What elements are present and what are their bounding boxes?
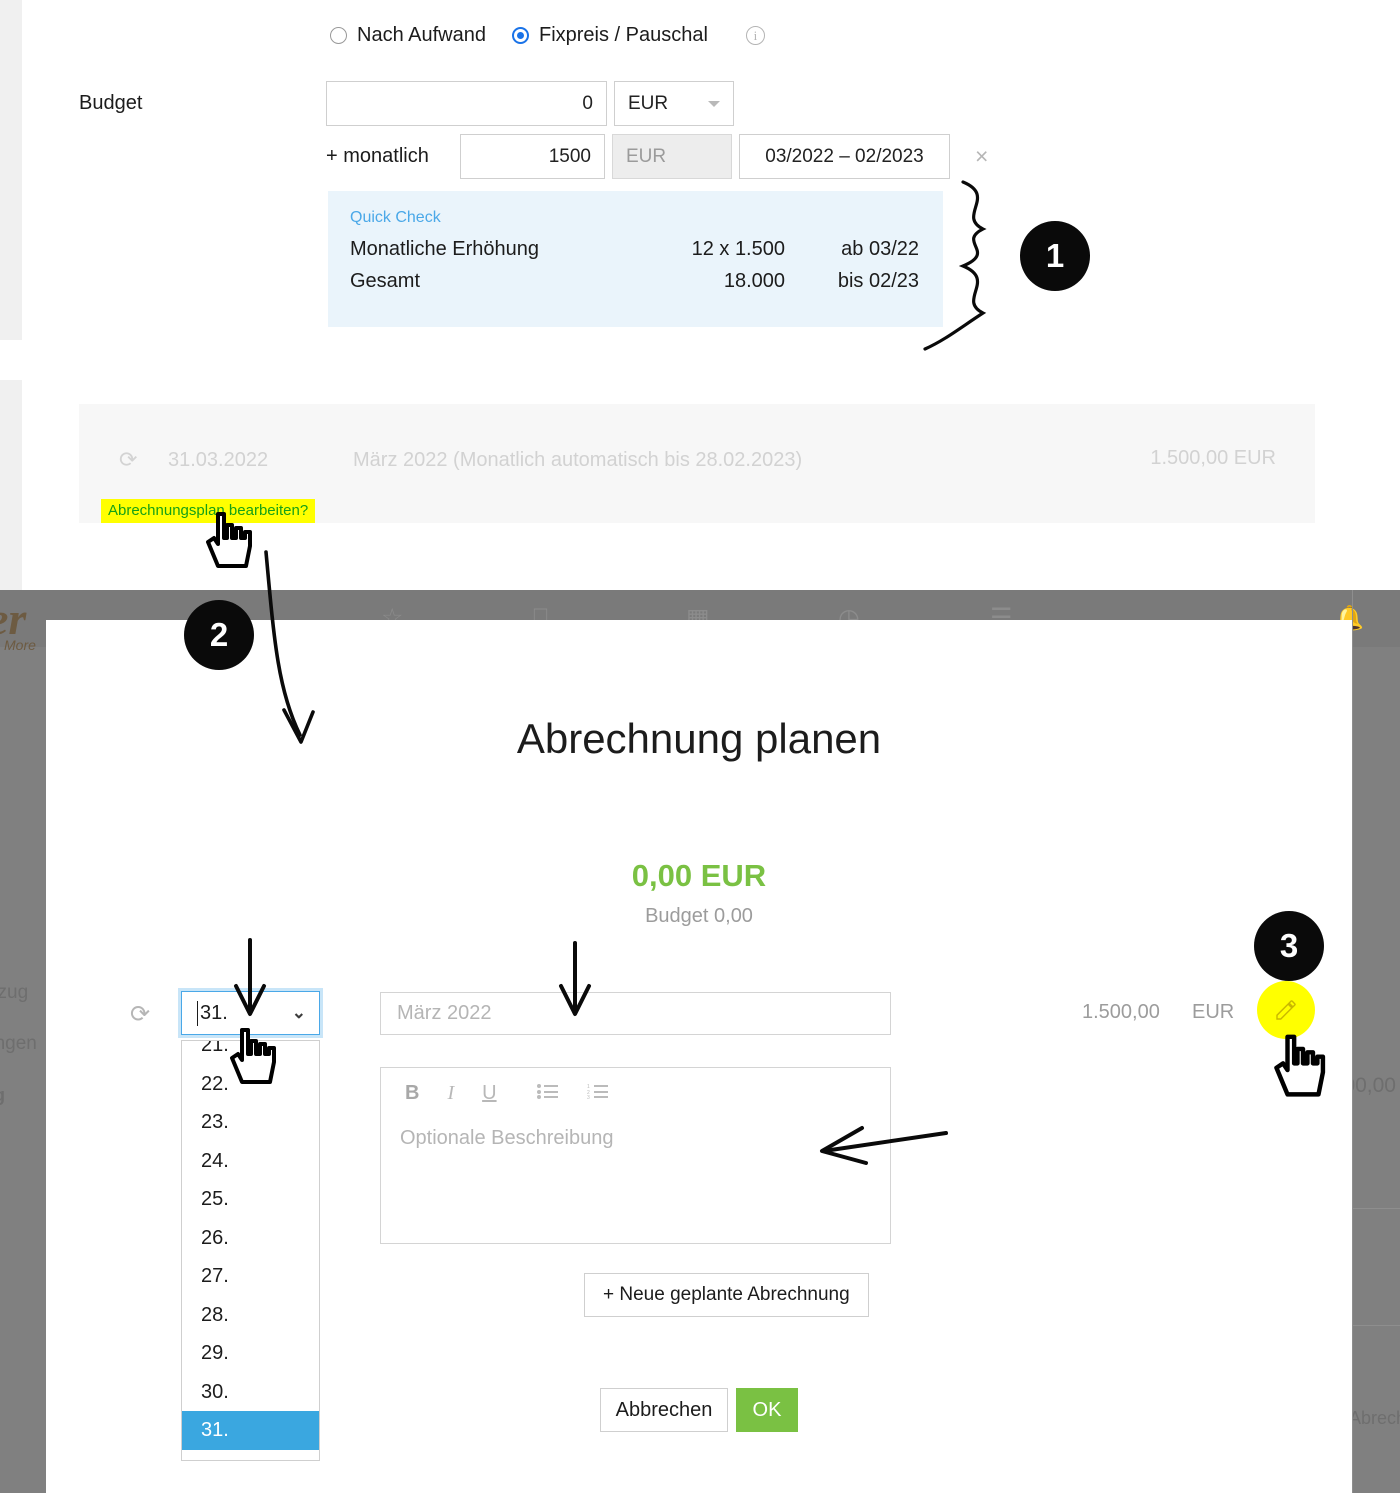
day-option[interactable]: 28.: [182, 1296, 319, 1335]
radio-option-nach-aufwand[interactable]: Nach Aufwand: [330, 24, 486, 47]
hand-cursor-icon: [1274, 1034, 1326, 1097]
refresh-icon: ⟳: [119, 447, 138, 472]
remove-monthly-row-button[interactable]: ×: [975, 143, 988, 170]
quick-check-value: 12 x 1.500: [691, 238, 785, 260]
entry-amount: 1.500,00: [1082, 1001, 1160, 1023]
quick-check-note: ab 03/22: [841, 238, 919, 260]
background-text-fragment: ungen: [0, 1033, 37, 1054]
monthly-amount-input[interactable]: 1500: [460, 134, 605, 179]
modal-footer: Abbrechen OK: [46, 1388, 1352, 1432]
budget-currency-value: EUR: [628, 92, 669, 114]
radio-circle-icon: [330, 27, 347, 44]
chevron-down-icon: [708, 100, 720, 107]
budget-form-section: Nach Aufwand Fixpreis / Pauschal i Budge…: [0, 0, 1400, 340]
text-caret: [197, 1001, 198, 1026]
refresh-icon[interactable]: ⟳: [130, 1000, 150, 1029]
quick-check-value: 18.000: [723, 270, 785, 292]
day-option[interactable]: 26.: [182, 1219, 319, 1258]
background-text-fragment: g: [0, 1085, 5, 1106]
quick-check-label: Gesamt: [350, 270, 421, 292]
ok-button[interactable]: OK: [736, 1388, 798, 1432]
day-select-value: 31.: [200, 1001, 228, 1024]
svg-text:3: 3: [587, 1095, 590, 1099]
day-option[interactable]: 24.: [182, 1142, 319, 1181]
description-placeholder: Optionale Beschreibung: [400, 1127, 614, 1149]
radio-option-fixpreis-pauschal[interactable]: Fixpreis / Pauschal: [511, 24, 708, 47]
add-planned-billing-button[interactable]: + Neue geplante Abrechnung: [584, 1273, 869, 1317]
day-option[interactable]: 23.: [182, 1103, 319, 1142]
day-option[interactable]: 27.: [182, 1257, 319, 1296]
background-text-fragment: Abrech: [1348, 1408, 1400, 1428]
budget-amount-input[interactable]: 0: [326, 81, 607, 126]
budget-label: Budget: [79, 92, 143, 114]
italic-icon[interactable]: I: [447, 1082, 454, 1105]
monthly-budget-row: + monatlich 1500 EUR 03/2022 – 02/2023 ×: [326, 134, 988, 179]
entry-currency: EUR: [1192, 1001, 1235, 1023]
modal-title: Abrechnung planen: [516, 715, 882, 762]
description-rich-text-editor[interactable]: B I U 1 2 3 Optionale Beschreibung: [380, 1067, 891, 1244]
editor-toolbar: B I U 1 2 3: [381, 1068, 890, 1105]
underline-icon[interactable]: U: [482, 1082, 496, 1105]
day-option[interactable]: 29.: [182, 1334, 319, 1373]
budget-currency-select[interactable]: EUR: [614, 81, 734, 126]
bulleted-list-icon[interactable]: [536, 1082, 559, 1105]
billing-plan-row[interactable]: ⟳ 31.03.2022 März 2022 (Monatlich automa…: [79, 447, 1315, 473]
background-text-fragment: szug: [0, 982, 29, 1003]
quick-check-note: bis 02/23: [837, 270, 919, 292]
hand-cursor-icon: [206, 512, 252, 568]
app-logo-subtitle: More: [4, 637, 36, 653]
billing-plan-date: 31.03.2022: [168, 448, 269, 471]
annotation-badge-1: 1: [1020, 221, 1090, 291]
hand-cursor-icon: [230, 1028, 276, 1084]
day-option[interactable]: 25.: [182, 1180, 319, 1219]
quick-check-title: Quick Check: [350, 209, 441, 226]
quick-check-row: Gesamt 18.000 bis 02/23: [350, 270, 919, 293]
monthly-label: + monatlich: [326, 145, 429, 167]
pencil-icon: [1276, 1000, 1296, 1020]
bold-icon[interactable]: B: [405, 1082, 419, 1105]
left-gutter-band: [0, 380, 22, 590]
radio-label: Nach Aufwand: [357, 24, 486, 46]
pricing-mode-radio-group: Nach Aufwand Fixpreis / Pauschal i: [330, 24, 765, 47]
modal-total-amount: 0,00 EUR: [631, 858, 767, 893]
cancel-button[interactable]: Abbrechen: [600, 1388, 728, 1432]
billing-plan-amount: 1.500,00 EUR: [1150, 447, 1276, 469]
billing-title-input[interactable]: März 2022: [380, 992, 891, 1035]
budget-amount-row: 0 EUR: [326, 81, 734, 126]
billing-plan-description: März 2022 (Monatlich automatisch bis 28.…: [353, 448, 803, 471]
annotation-badge-2: 2: [184, 600, 254, 670]
radio-circle-selected-icon: [511, 27, 529, 44]
modal-budget-line: Budget 0,00: [645, 905, 753, 927]
quick-check-row: Monatliche Erhöhung 12 x 1.500 ab 03/22: [350, 238, 919, 261]
annotation-badge-3: 3: [1254, 911, 1324, 981]
quick-check-label: Monatliche Erhöhung: [350, 238, 540, 260]
monthly-currency-field: EUR: [612, 134, 732, 179]
left-gutter-band: [0, 0, 22, 340]
numbered-list-icon[interactable]: 1 2 3: [587, 1082, 609, 1105]
background-divider: [1352, 590, 1353, 1493]
info-icon[interactable]: i: [745, 26, 765, 45]
chevron-down-icon: ⌄: [291, 1003, 306, 1022]
monthly-period-input[interactable]: 03/2022 – 02/2023: [739, 134, 950, 179]
radio-label: Fixpreis / Pauschal: [538, 24, 708, 46]
quick-check-panel: Quick Check Monatliche Erhöhung 12 x 1.5…: [328, 191, 943, 327]
